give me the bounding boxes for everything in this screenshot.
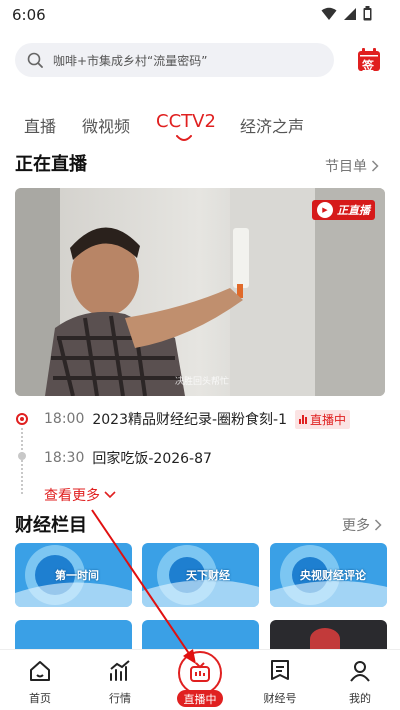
signal-icon — [344, 7, 356, 20]
live-bars-icon — [299, 414, 307, 424]
column-card-world-finance[interactable]: 天下财经 — [142, 543, 259, 607]
channel-tabs: 直播 微视频 CCTV2 经济之声 — [0, 105, 400, 145]
nav-finance-account[interactable]: 财经号 — [250, 650, 310, 710]
tab-live[interactable]: 直播 — [24, 113, 56, 137]
live-section-title: 正在直播 — [15, 154, 87, 175]
chevron-right-icon — [371, 160, 379, 172]
column-label: 天下财经 — [186, 569, 230, 582]
schedule-name: 2023精品财经纪录-圈粉食刻-1 — [92, 412, 287, 428]
schedule-name: 回家吃饭-2026-87 — [92, 451, 212, 467]
signin-label: 签 — [362, 59, 375, 73]
nav-home[interactable]: 首页 — [10, 650, 70, 710]
status-icons — [321, 6, 372, 21]
columns-more-label: 更多 — [342, 518, 370, 534]
chevron-right-icon — [374, 519, 382, 531]
column-label: 央视财经评论 — [300, 569, 366, 582]
nav-label: 财经号 — [263, 692, 297, 705]
live-now-tag: 直播中 — [295, 409, 351, 429]
home-icon — [30, 661, 50, 681]
column-card-first-time[interactable]: 第一时间 — [15, 543, 132, 607]
wifi-icon — [321, 7, 337, 20]
search-input[interactable]: 咖啡+市集成乡村“流量密码” — [53, 52, 208, 69]
tab-cctv2[interactable]: CCTV2 — [156, 111, 216, 132]
current-program-dot — [16, 413, 28, 425]
program-list-link[interactable]: 节目单 — [325, 156, 379, 176]
column-card-finance-review[interactable]: 央视财经评论 — [270, 543, 387, 607]
live-now-label: 直播中 — [310, 412, 347, 427]
schedule-time: 18:00 — [44, 411, 85, 427]
search-icon — [27, 52, 43, 68]
chart-icon — [110, 660, 130, 681]
tab-micro-video[interactable]: 微视频 — [82, 113, 130, 137]
timeline-line — [21, 428, 23, 494]
see-more-label: 查看更多 — [44, 488, 100, 504]
see-more-link[interactable]: 查看更多 — [44, 485, 116, 505]
nav-label: 首页 — [29, 692, 51, 705]
columns-more-link[interactable]: 更多 — [342, 515, 382, 535]
nav-live-circle — [178, 651, 222, 695]
search-bar[interactable]: 咖啡+市集成乡村“流量密码” — [15, 43, 334, 77]
battery-icon — [363, 6, 372, 21]
column-thumbnail-shape — [310, 628, 340, 650]
cctv-finance-logo: ▶ — [317, 202, 333, 218]
status-time: 6:06 — [12, 6, 46, 24]
live-badge-text: 正直播 — [337, 204, 370, 217]
schedule-item-current[interactable]: 18:00 2023精品财经纪录-圈粉食刻-1 直播中 — [44, 409, 351, 429]
tab-economic-voice[interactable]: 经济之声 — [240, 113, 304, 137]
column-card-row2-2[interactable] — [142, 620, 259, 650]
next-program-dot — [18, 452, 26, 460]
user-icon — [350, 661, 370, 682]
status-bar: 6:06 — [0, 0, 400, 30]
active-tab-indicator — [176, 135, 192, 141]
video-watermark: 决胜回头帮忙 — [175, 377, 230, 387]
schedule-time: 18:30 — [44, 450, 85, 466]
live-badge: ▶ 正直播 — [312, 200, 375, 220]
nav-live-label: 直播中 — [177, 690, 223, 707]
bookmark-icon — [271, 660, 289, 680]
column-card-row2-3[interactable] — [270, 620, 387, 650]
chevron-down-icon — [104, 491, 116, 499]
nav-market[interactable]: 行情 — [90, 650, 150, 710]
columns-section-title: 财经栏目 — [15, 515, 87, 536]
live-video-player[interactable]: ▶ 正直播 决胜回头帮忙 — [15, 188, 385, 396]
nav-label: 我的 — [349, 692, 371, 705]
nav-live[interactable]: 直播中 — [168, 649, 232, 710]
column-card-row2-1[interactable] — [15, 620, 132, 650]
program-list-label: 节目单 — [325, 159, 367, 175]
tv-icon — [190, 662, 210, 682]
nav-profile[interactable]: 我的 — [330, 650, 390, 710]
nav-label: 行情 — [109, 692, 131, 705]
column-label: 第一时间 — [55, 569, 99, 582]
schedule-item-next[interactable]: 18:30 回家吃饭-2026-87 — [44, 448, 212, 468]
signin-button[interactable]: 签 — [356, 47, 382, 73]
